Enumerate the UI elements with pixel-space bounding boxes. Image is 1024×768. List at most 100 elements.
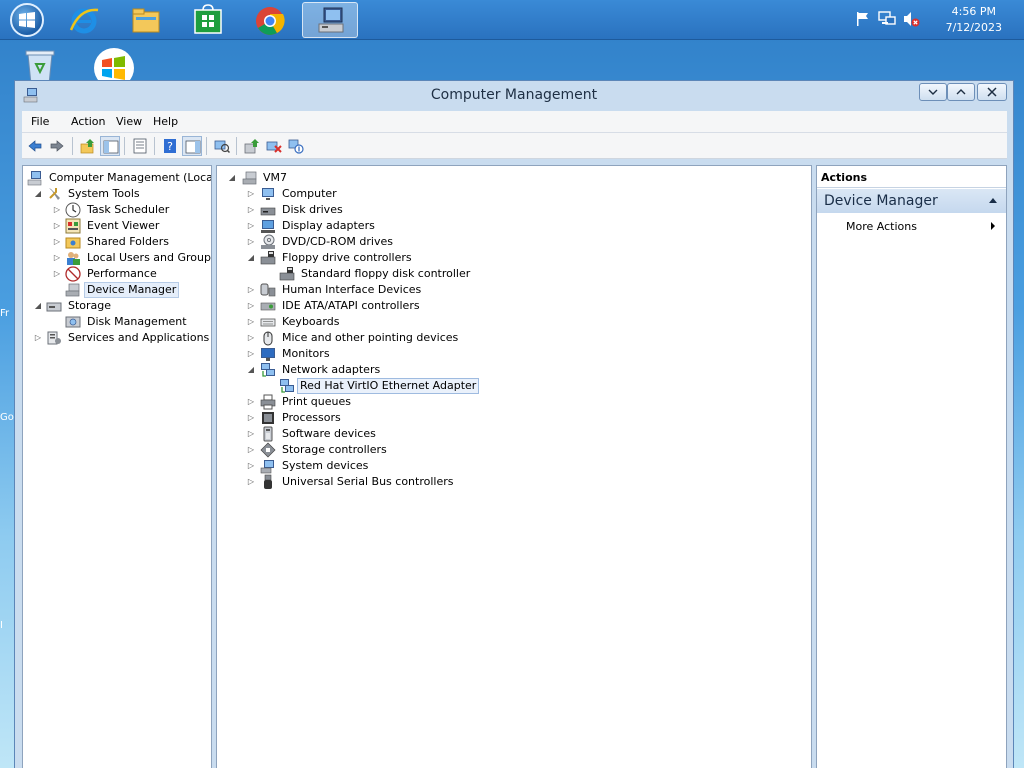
show-hide-action-pane-button[interactable]: [182, 136, 202, 156]
network-icon[interactable]: [878, 10, 896, 28]
device-standard-floppy-disk-controller[interactable]: Standard floppy disk controller: [223, 266, 803, 282]
expand-arrow-icon[interactable]: ▷: [246, 314, 256, 330]
device-category-monitors[interactable]: ▷ Monitors: [223, 346, 803, 362]
taskbar-computer-management[interactable]: [302, 2, 358, 38]
folder-up-icon: [80, 139, 94, 154]
scan-hardware-button[interactable]: [212, 136, 232, 156]
actions-group-device-manager[interactable]: Device Manager: [817, 189, 1006, 213]
title-bar[interactable]: Computer Management: [15, 81, 1013, 109]
clock[interactable]: 4:56 PM 7/12/2023: [946, 4, 1002, 36]
tree-item-event-viewer[interactable]: ▷ Event Viewer: [25, 218, 211, 234]
device-tree-root[interactable]: ◢ VM7: [223, 170, 803, 186]
forward-button[interactable]: [47, 136, 67, 156]
expand-arrow-icon[interactable]: ▷: [246, 330, 256, 346]
menu-action[interactable]: Action: [71, 115, 105, 128]
chevron-up-icon: [956, 89, 966, 95]
disable-device-button[interactable]: [286, 136, 306, 156]
taskbar-store[interactable]: [180, 2, 236, 38]
expand-arrow-icon[interactable]: ▷: [246, 282, 256, 298]
tree-item-services-and-applications[interactable]: ▷ Services and Applications: [25, 330, 211, 346]
tree-item-task-scheduler[interactable]: ▷ Task Scheduler: [25, 202, 211, 218]
uninstall-icon: [266, 141, 282, 153]
services-icon: [47, 331, 61, 345]
expand-arrow-icon[interactable]: ▷: [52, 234, 62, 250]
hid-icon: [260, 283, 276, 297]
action-center-flag-icon[interactable]: [854, 10, 872, 28]
expand-arrow-icon[interactable]: ▷: [246, 474, 256, 490]
device-category-ide-ata-atapi-controllers[interactable]: ▷ IDE ATA/ATAPI controllers: [223, 298, 803, 314]
minimize-button[interactable]: [919, 83, 947, 101]
device-category-software-devices[interactable]: ▷ Software devices: [223, 426, 803, 442]
tree-item-label: Services and Applications: [68, 331, 210, 344]
device-category-system-devices[interactable]: ▷ System devices: [223, 458, 803, 474]
collapse-arrow-icon[interactable]: ◢: [227, 170, 237, 186]
device-category-print-queues[interactable]: ▷ Print queues: [223, 394, 803, 410]
back-button[interactable]: [25, 136, 45, 156]
toolbar-separator: [206, 137, 207, 155]
device-category-human-interface-devices[interactable]: ▷ Human Interface Devices: [223, 282, 803, 298]
export-list-button[interactable]: [130, 136, 150, 156]
expand-arrow-icon[interactable]: ▷: [33, 330, 43, 346]
more-actions-item[interactable]: More Actions: [846, 220, 917, 233]
maximize-button[interactable]: [947, 83, 975, 101]
device-category-dvd-cd-rom-drives[interactable]: ▷ DVD/CD-ROM drives: [223, 234, 803, 250]
expand-arrow-icon[interactable]: ▷: [246, 234, 256, 250]
device-category-display-adapters[interactable]: ▷ Display adapters: [223, 218, 803, 234]
taskbar-file-explorer[interactable]: [118, 2, 174, 38]
taskbar-internet-explorer[interactable]: [56, 2, 112, 38]
device-category-mice[interactable]: ▷ Mice and other pointing devices: [223, 330, 803, 346]
tree-item-local-users-and-groups[interactable]: ▷ Local Users and Groups: [25, 250, 211, 266]
collapse-up-icon[interactable]: [988, 197, 998, 204]
desktop-icon-label: Fr: [0, 308, 10, 319]
collapse-arrow-icon[interactable]: ◢: [246, 250, 256, 266]
device-category-computer[interactable]: ▷ Computer: [223, 186, 803, 202]
up-one-level-button[interactable]: [78, 136, 98, 156]
tree-item-storage[interactable]: ◢ Storage: [25, 298, 211, 314]
tree-item-computer-management[interactable]: Computer Management (Local): [25, 170, 211, 186]
tree-item-device-manager[interactable]: Device Manager: [25, 282, 211, 298]
close-button[interactable]: [977, 83, 1007, 101]
update-driver-button[interactable]: [242, 136, 262, 156]
expand-arrow-icon[interactable]: ▷: [246, 218, 256, 234]
expand-arrow-icon[interactable]: ▷: [52, 266, 62, 282]
device-category-storage-controllers[interactable]: ▷ Storage controllers: [223, 442, 803, 458]
menu-file[interactable]: File: [31, 115, 49, 128]
device-category-floppy-drive-controllers[interactable]: ◢ Floppy drive controllers: [223, 250, 803, 266]
device-category-usb-controllers[interactable]: ▷ Universal Serial Bus controllers: [223, 474, 803, 490]
volume-muted-icon[interactable]: [902, 10, 920, 28]
submenu-arrow-icon[interactable]: [990, 221, 996, 231]
expand-arrow-icon[interactable]: ▷: [246, 298, 256, 314]
device-category-network-adapters[interactable]: ◢ Network adapters: [223, 362, 803, 378]
collapse-arrow-icon[interactable]: ◢: [33, 186, 43, 202]
menu-view[interactable]: View: [116, 115, 142, 128]
expand-arrow-icon[interactable]: ▷: [246, 346, 256, 362]
device-red-hat-virtio-ethernet-adapter[interactable]: Red Hat VirtIO Ethernet Adapter: [223, 378, 803, 394]
tree-item-shared-folders[interactable]: ▷ Shared Folders: [25, 234, 211, 250]
expand-arrow-icon[interactable]: ▷: [52, 202, 62, 218]
expand-arrow-icon[interactable]: ▷: [246, 442, 256, 458]
expand-arrow-icon[interactable]: ▷: [246, 202, 256, 218]
toolbar-separator: [124, 137, 125, 155]
expand-arrow-icon[interactable]: ▷: [246, 410, 256, 426]
device-category-keyboards[interactable]: ▷ Keyboards: [223, 314, 803, 330]
tree-item-performance[interactable]: ▷ Performance: [25, 266, 211, 282]
start-button[interactable]: [10, 3, 44, 37]
tree-item-system-tools[interactable]: ◢ System Tools: [25, 186, 211, 202]
uninstall-device-button[interactable]: [264, 136, 284, 156]
collapse-arrow-icon[interactable]: ◢: [246, 362, 256, 378]
expand-arrow-icon[interactable]: ▷: [246, 458, 256, 474]
expand-arrow-icon[interactable]: ▷: [52, 250, 62, 266]
show-hide-console-tree-button[interactable]: [100, 136, 120, 156]
device-category-disk-drives[interactable]: ▷ Disk drives: [223, 202, 803, 218]
collapse-arrow-icon[interactable]: ◢: [33, 298, 43, 314]
expand-arrow-icon[interactable]: ▷: [52, 218, 62, 234]
device-category-processors[interactable]: ▷ Processors: [223, 410, 803, 426]
help-button[interactable]: ?: [160, 136, 180, 156]
expand-arrow-icon[interactable]: ▷: [246, 394, 256, 410]
expand-arrow-icon[interactable]: ▷: [246, 186, 256, 202]
tree-item-disk-management[interactable]: Disk Management: [25, 314, 211, 330]
menu-help[interactable]: Help: [153, 115, 178, 128]
windows-logo-icon: [19, 12, 35, 28]
expand-arrow-icon[interactable]: ▷: [246, 426, 256, 442]
taskbar-chrome[interactable]: [242, 2, 298, 38]
